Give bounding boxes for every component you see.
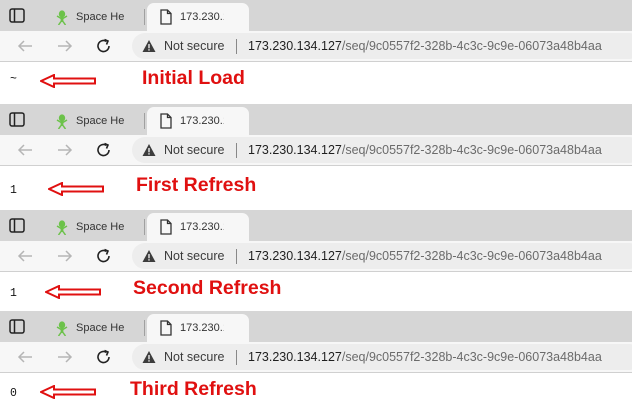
- forward-arrow-icon[interactable]: [56, 248, 74, 264]
- back-arrow-icon[interactable]: [16, 142, 34, 158]
- address-bar: Not secure 173.230.134.127/seq/9c0557f2-…: [0, 241, 632, 272]
- left-arrow-icon: [40, 74, 96, 88]
- url-text[interactable]: 173.230.134.127/seq/9c0557f2-328b-4c3c-9…: [248, 39, 602, 53]
- annotation-label: Second Refresh: [133, 277, 282, 299]
- page-icon: [160, 9, 172, 25]
- url-path: /seq/9c0557f2-328b-4c3c-9c9e-06073a48b4a…: [341, 249, 602, 263]
- tab-current-page[interactable]: 173.230.1: [147, 3, 249, 31]
- back-arrow-icon[interactable]: [16, 38, 34, 54]
- page-icon: [160, 320, 172, 336]
- url-host: 173.230.134.127: [248, 249, 342, 263]
- reload-icon[interactable]: [95, 349, 113, 365]
- alien-favicon-icon: [56, 10, 68, 25]
- tab-label: Space He: [76, 115, 124, 127]
- annotation-label: First Refresh: [136, 174, 257, 196]
- tab-actions-button[interactable]: [4, 5, 30, 27]
- url-host: 173.230.134.127: [248, 39, 342, 53]
- reload-icon[interactable]: [95, 38, 113, 54]
- forward-arrow-icon[interactable]: [56, 38, 74, 54]
- tab-current-page[interactable]: 173.230.1: [147, 213, 249, 241]
- back-arrow-icon[interactable]: [16, 248, 34, 264]
- tab-label: 173.230.1: [180, 115, 224, 127]
- response-value: 0: [10, 387, 17, 400]
- url-path: /seq/9c0557f2-328b-4c3c-9c9e-06073a48b4a…: [341, 143, 602, 157]
- tab-label: Space He: [76, 221, 124, 233]
- response-value: ~: [10, 73, 17, 86]
- url-field[interactable]: Not secure 173.230.134.127/seq/9c0557f2-…: [132, 344, 632, 370]
- tab-label: Space He: [76, 11, 124, 23]
- page-icon: [160, 219, 172, 235]
- url-divider: [236, 350, 237, 365]
- tab-current-page[interactable]: 173.230.1: [147, 107, 249, 135]
- url-divider: [236, 39, 237, 54]
- tab-actions-icon: [9, 8, 25, 23]
- tab-bar: Space He 173.230.1: [0, 311, 632, 342]
- back-arrow-icon[interactable]: [16, 349, 34, 365]
- annotation-label: Third Refresh: [130, 378, 257, 400]
- reload-icon[interactable]: [95, 142, 113, 158]
- url-field[interactable]: Not secure 173.230.134.127/seq/9c0557f2-…: [132, 33, 632, 59]
- tab-divider: [144, 320, 145, 336]
- alien-favicon-icon: [56, 114, 68, 129]
- tab-actions-icon: [9, 112, 25, 127]
- address-bar: Not secure 173.230.134.127/seq/9c0557f2-…: [0, 31, 632, 62]
- url-field[interactable]: Not secure 173.230.134.127/seq/9c0557f2-…: [132, 137, 632, 163]
- url-text[interactable]: 173.230.134.127/seq/9c0557f2-328b-4c3c-9…: [248, 249, 602, 263]
- tab-divider: [144, 219, 145, 235]
- left-arrow-icon: [48, 182, 104, 196]
- warning-icon[interactable]: [142, 350, 156, 364]
- warning-icon[interactable]: [142, 249, 156, 263]
- alien-favicon-icon: [56, 321, 68, 336]
- security-status[interactable]: Not secure: [164, 350, 224, 364]
- tab-space-he[interactable]: Space He: [43, 213, 143, 241]
- tab-actions-button[interactable]: [4, 215, 30, 237]
- left-arrow-icon: [45, 285, 101, 299]
- tab-space-he[interactable]: Space He: [43, 314, 143, 342]
- tab-actions-button[interactable]: [4, 316, 30, 338]
- url-text[interactable]: 173.230.134.127/seq/9c0557f2-328b-4c3c-9…: [248, 143, 602, 157]
- warning-icon[interactable]: [142, 39, 156, 53]
- address-bar: Not secure 173.230.134.127/seq/9c0557f2-…: [0, 342, 632, 373]
- tab-space-he[interactable]: Space He: [43, 3, 143, 31]
- tab-bar: Space He 173.230.1: [0, 104, 632, 135]
- tab-bar: Space He 173.230.1: [0, 210, 632, 241]
- response-value: 1: [10, 287, 17, 300]
- tab-label: 173.230.1: [180, 221, 224, 233]
- url-text[interactable]: 173.230.134.127/seq/9c0557f2-328b-4c3c-9…: [248, 350, 602, 364]
- security-status[interactable]: Not secure: [164, 39, 224, 53]
- forward-arrow-icon[interactable]: [56, 142, 74, 158]
- tab-actions-button[interactable]: [4, 109, 30, 131]
- annotation-label: Initial Load: [142, 67, 245, 89]
- alien-favicon-icon: [56, 220, 68, 235]
- warning-icon[interactable]: [142, 143, 156, 157]
- security-status[interactable]: Not secure: [164, 249, 224, 263]
- tab-bar: Space He 173.230.1: [0, 0, 632, 31]
- tab-divider: [144, 9, 145, 25]
- url-divider: [236, 143, 237, 158]
- url-host: 173.230.134.127: [248, 350, 342, 364]
- url-path: /seq/9c0557f2-328b-4c3c-9c9e-06073a48b4a…: [341, 350, 602, 364]
- url-host: 173.230.134.127: [248, 143, 342, 157]
- url-divider: [236, 249, 237, 264]
- tab-current-page[interactable]: 173.230.1: [147, 314, 249, 342]
- tab-actions-icon: [9, 218, 25, 233]
- reload-icon[interactable]: [95, 248, 113, 264]
- forward-arrow-icon[interactable]: [56, 349, 74, 365]
- tab-label: Space He: [76, 322, 124, 334]
- tab-label: 173.230.1: [180, 322, 224, 334]
- url-path: /seq/9c0557f2-328b-4c3c-9c9e-06073a48b4a…: [341, 39, 602, 53]
- tab-actions-icon: [9, 319, 25, 334]
- address-bar: Not secure 173.230.134.127/seq/9c0557f2-…: [0, 135, 632, 166]
- response-value: 1: [10, 184, 17, 197]
- tab-label: 173.230.1: [180, 11, 224, 23]
- security-status[interactable]: Not secure: [164, 143, 224, 157]
- tab-divider: [144, 113, 145, 129]
- url-field[interactable]: Not secure 173.230.134.127/seq/9c0557f2-…: [132, 243, 632, 269]
- page-icon: [160, 113, 172, 129]
- left-arrow-icon: [40, 385, 96, 399]
- tab-space-he[interactable]: Space He: [43, 107, 143, 135]
